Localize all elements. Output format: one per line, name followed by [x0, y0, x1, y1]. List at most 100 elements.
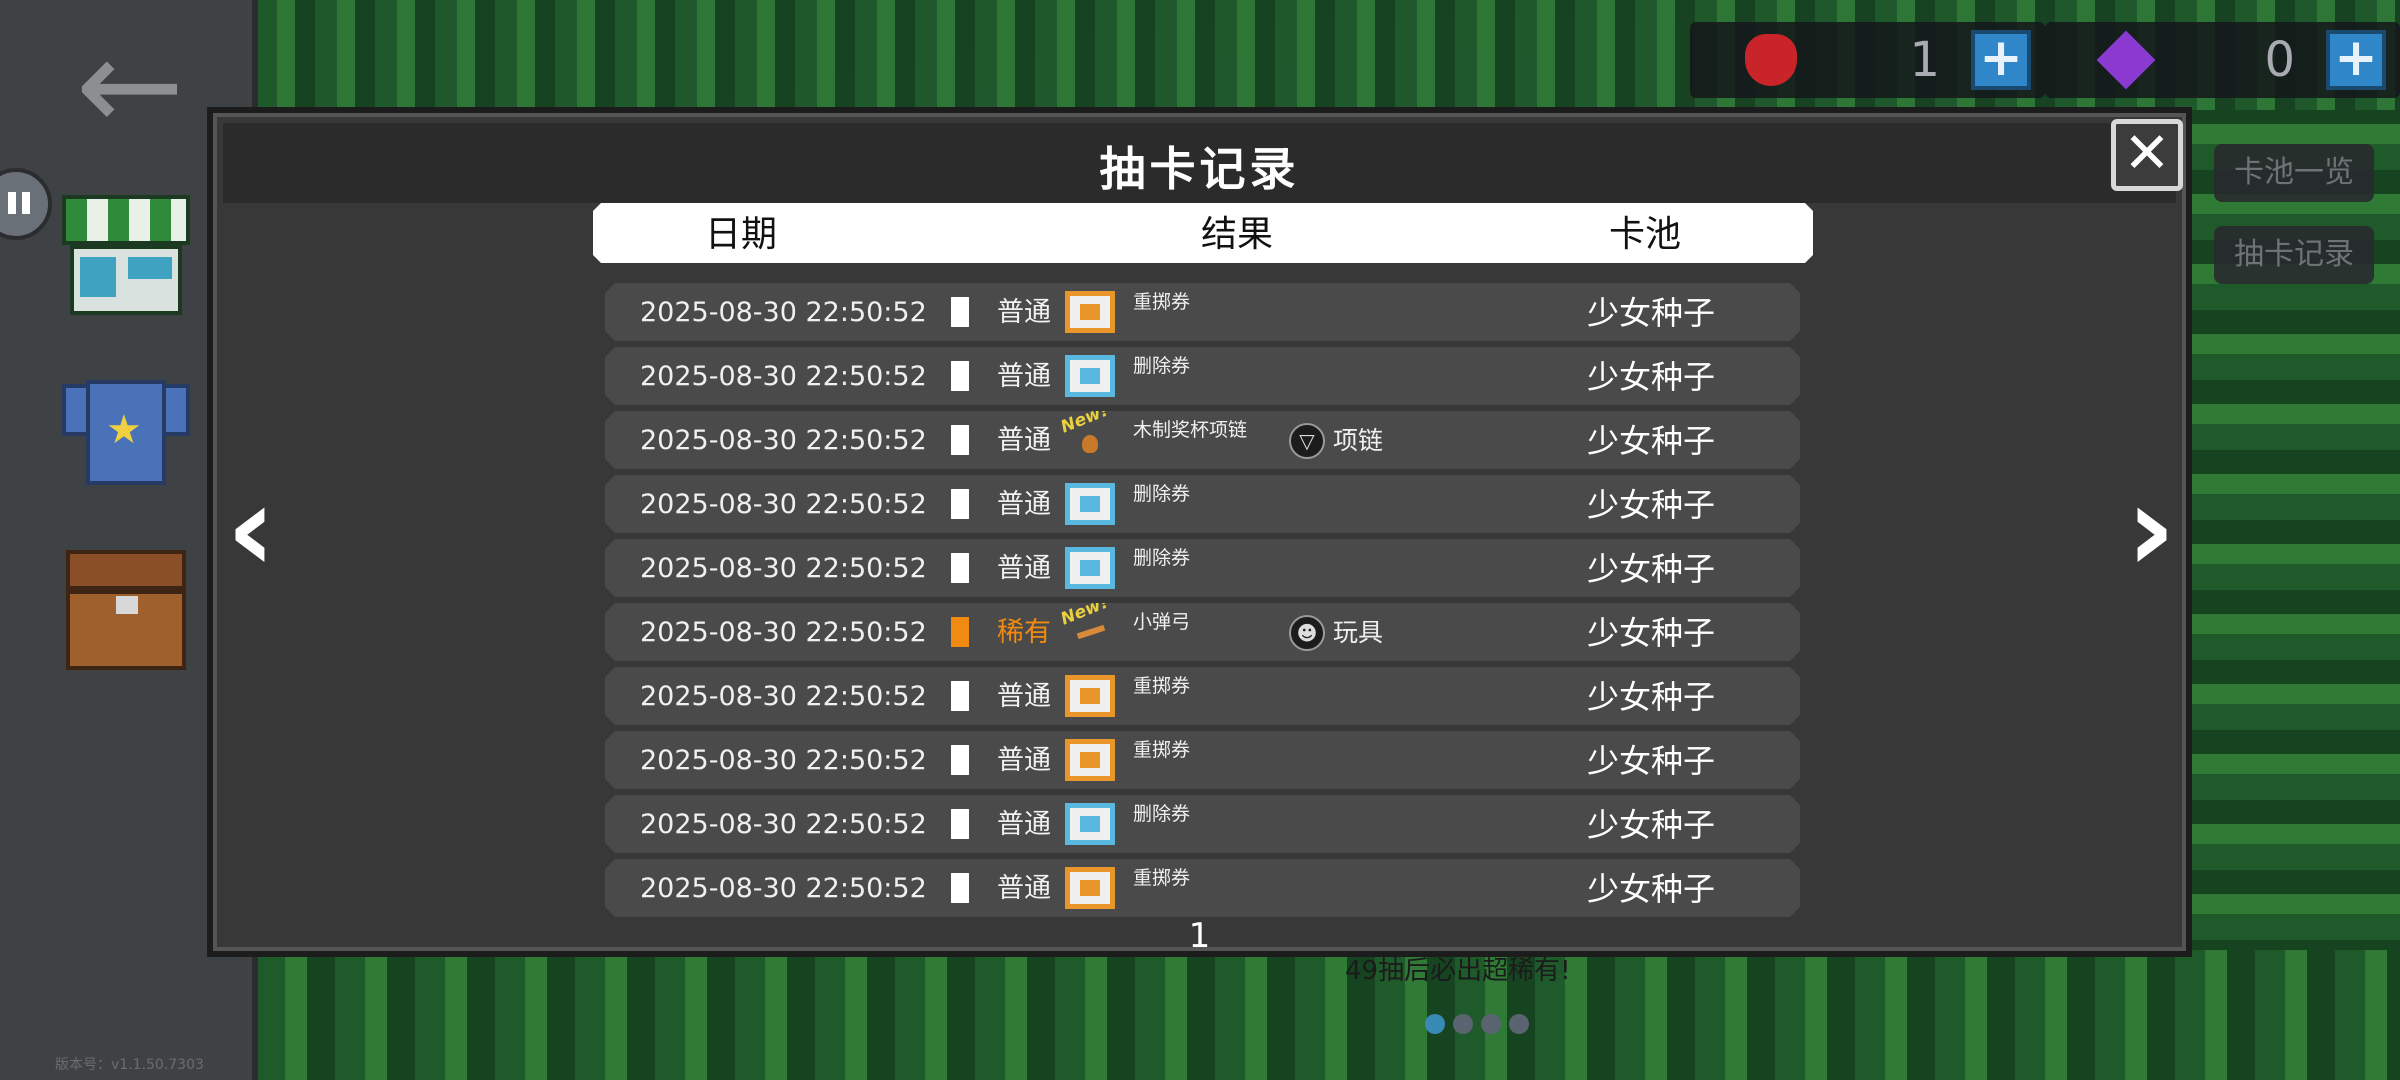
- next-page-button[interactable]: ›: [2116, 470, 2186, 590]
- modal-title: 抽卡记录: [1099, 142, 1300, 196]
- back-arrow-icon[interactable]: ←: [60, 20, 200, 150]
- table-header: 日期 结果 卡池: [593, 203, 1813, 263]
- row-category: 玩具: [1333, 618, 1384, 647]
- row-rarity: 普通: [997, 425, 1051, 456]
- draw-record-button[interactable]: 抽卡记录: [2214, 226, 2374, 284]
- delete-ticket-icon: [1065, 803, 1115, 845]
- row-item-name: 删除券: [1133, 355, 1191, 377]
- reroll-ticket-icon: [1065, 867, 1115, 909]
- carousel-dot[interactable]: [1509, 1014, 1529, 1034]
- reroll-ticket-icon: [1065, 739, 1115, 781]
- row-date: 2025-08-30 22:50:52: [640, 361, 927, 392]
- rarity-indicator: [951, 809, 969, 839]
- row-rarity: 普通: [997, 873, 1051, 904]
- row-date: 2025-08-30 22:50:52: [640, 873, 927, 904]
- strawberry-icon: [1745, 34, 1797, 86]
- page-number: 1: [1188, 916, 1211, 956]
- row-rarity: 稀有: [997, 617, 1051, 648]
- toy-icon: ☻: [1289, 615, 1325, 651]
- rarity-indicator: [951, 297, 969, 327]
- delete-ticket-icon: [1065, 483, 1115, 525]
- draw-record-modal: 抽卡记录 ✕ 日期 结果 卡池 2025-08-30 22:50:52 普通 重掷券…: [207, 107, 2192, 957]
- row-date: 2025-08-30 22:50:52: [640, 489, 927, 520]
- shop-icon[interactable]: [62, 195, 190, 323]
- gem-currency: 0 +: [2045, 22, 2400, 98]
- row-item-name: 删除券: [1133, 803, 1191, 825]
- row-pool: 少女种子: [1586, 358, 1715, 396]
- gem-count: 0: [2264, 32, 2295, 88]
- necklace-icon: ▽: [1289, 423, 1325, 459]
- column-header-pool: 卡池: [1609, 214, 1682, 255]
- table-row: 2025-08-30 22:50:52 普通 重掷券 少女种子: [605, 283, 1800, 341]
- row-pool: 少女种子: [1586, 614, 1715, 652]
- row-rarity: 普通: [997, 297, 1051, 328]
- table-row: 2025-08-30 22:50:52 普通 删除券 少女种子: [605, 539, 1800, 597]
- carousel-dot[interactable]: [1453, 1014, 1473, 1034]
- rarity-indicator: [951, 873, 969, 903]
- table-row: 2025-08-30 22:50:52 普通 删除券 少女种子: [605, 347, 1800, 405]
- row-date: 2025-08-30 22:50:52: [640, 681, 927, 712]
- carousel-dots: [1425, 1014, 1529, 1034]
- rarity-indicator: [951, 553, 969, 583]
- row-rarity: 普通: [997, 361, 1051, 392]
- row-pool: 少女种子: [1586, 742, 1715, 780]
- row-date: 2025-08-30 22:50:52: [640, 617, 927, 648]
- add-strawberry-button[interactable]: +: [1971, 30, 2031, 90]
- rarity-indicator: [951, 361, 969, 391]
- carousel-dot[interactable]: [1425, 1014, 1445, 1034]
- row-item-name: 小弹弓: [1133, 611, 1191, 633]
- row-date: 2025-08-30 22:50:52: [640, 553, 927, 584]
- row-rarity: 普通: [997, 809, 1051, 840]
- table-row: 2025-08-30 22:50:52 普通 重掷券 少女种子: [605, 667, 1800, 725]
- table-row: 2025-08-30 22:50:52 普通 删除券 少女种子: [605, 475, 1800, 533]
- rarity-indicator: [951, 745, 969, 775]
- column-header-result: 结果: [1201, 214, 1274, 255]
- row-date: 2025-08-30 22:50:52: [640, 745, 927, 776]
- row-pool: 少女种子: [1586, 486, 1715, 524]
- table-row: 2025-08-30 22:50:52 普通 删除券 少女种子: [605, 795, 1800, 853]
- row-pool: 少女种子: [1586, 294, 1715, 332]
- strawberry-currency: 1 +: [1690, 22, 2045, 98]
- row-rarity: 普通: [997, 553, 1051, 584]
- version-label: 版本号：v1.1.50.7303: [55, 1057, 204, 1073]
- row-rarity: 普通: [997, 489, 1051, 520]
- row-rarity: 普通: [997, 745, 1051, 776]
- close-button[interactable]: ✕: [2111, 119, 2183, 191]
- row-date: 2025-08-30 22:50:52: [640, 425, 927, 456]
- row-item-name: 删除券: [1133, 483, 1191, 505]
- pool-list-button[interactable]: 卡池一览: [2214, 144, 2374, 202]
- table-row: 2025-08-30 22:50:52 普通 重掷券 少女种子: [605, 731, 1800, 789]
- table-row: 2025-08-30 22:50:52 普通 重掷券 少女种子: [605, 859, 1800, 917]
- column-header-date: 日期: [705, 214, 778, 255]
- row-pool: 少女种子: [1586, 550, 1715, 588]
- reroll-ticket-icon: [1065, 291, 1115, 333]
- shirt-icon[interactable]: ★: [62, 370, 190, 498]
- row-item-name: 删除券: [1133, 547, 1191, 569]
- gem-icon: [2096, 30, 2156, 90]
- chest-icon[interactable]: [62, 550, 190, 678]
- row-item-name: 木制奖杯项链: [1133, 419, 1248, 441]
- foliage-bottom: [255, 950, 2400, 1080]
- record-list: 2025-08-30 22:50:52 普通 重掷券 少女种子 2025-08-30 2…: [605, 283, 1800, 923]
- previous-page-button[interactable]: ‹: [216, 470, 286, 590]
- delete-ticket-icon: [1065, 355, 1115, 397]
- row-pool: 少女种子: [1586, 422, 1715, 460]
- row-item-name: 重掷券: [1133, 867, 1191, 889]
- table-row: 2025-08-30 22:50:52 稀有 New! 小弹弓 ☻ 玩具 少女种子: [605, 603, 1800, 661]
- row-pool: 少女种子: [1586, 678, 1715, 716]
- row-item-name: 重掷券: [1133, 291, 1191, 313]
- row-date: 2025-08-30 22:50:52: [640, 297, 927, 328]
- row-item-name: 重掷券: [1133, 739, 1191, 761]
- rarity-indicator: [951, 425, 969, 455]
- row-item-name: 重掷券: [1133, 675, 1191, 697]
- rarity-indicator: [951, 617, 969, 647]
- add-gem-button[interactable]: +: [2326, 30, 2386, 90]
- rarity-indicator: [951, 681, 969, 711]
- table-row: 2025-08-30 22:50:52 普通 New! 木制奖杯项链 ▽ 项链 少女种子: [605, 411, 1800, 469]
- row-pool: 少女种子: [1586, 870, 1715, 908]
- carousel-dot[interactable]: [1481, 1014, 1501, 1034]
- row-rarity: 普通: [997, 681, 1051, 712]
- row-pool: 少女种子: [1586, 806, 1715, 844]
- row-category: 项链: [1333, 426, 1384, 455]
- delete-ticket-icon: [1065, 547, 1115, 589]
